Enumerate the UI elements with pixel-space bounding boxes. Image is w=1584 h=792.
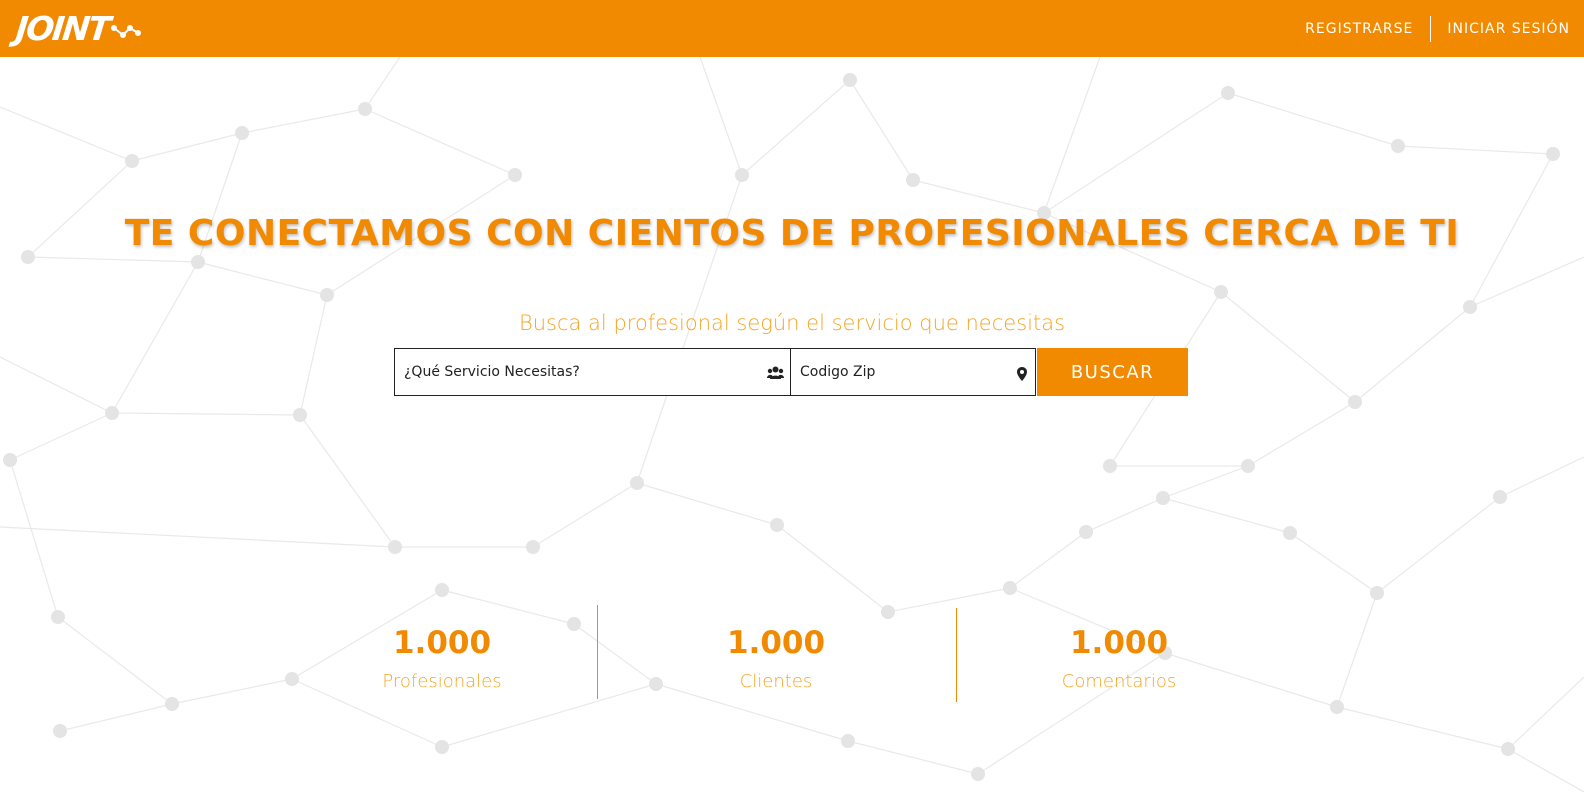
hero-section: TE CONECTAMOS CON CIENTOS DE PROFESIONAL… xyxy=(0,57,1584,792)
stat-label: Clientes xyxy=(739,671,813,692)
stat-professionals: 1.000 Profesionales xyxy=(322,623,562,692)
hero-title: TE CONECTAMOS CON CIENTOS DE PROFESIONAL… xyxy=(124,213,1460,254)
stat-label: Profesionales xyxy=(382,671,502,692)
map-pin-icon xyxy=(1017,367,1027,381)
service-field xyxy=(394,348,791,396)
stat-label: Comentarios xyxy=(1061,671,1177,692)
stat-comments: 1.000 Comentarios xyxy=(999,623,1239,692)
network-nodes-icon xyxy=(110,25,141,38)
register-link[interactable]: REGISTRARSE xyxy=(1305,21,1413,37)
stat-value: 1.000 xyxy=(1069,625,1169,661)
nav-divider xyxy=(1430,16,1432,42)
logo-wordmark: JOINT xyxy=(13,8,111,48)
stat-divider xyxy=(956,608,957,702)
top-navbar: JOINT REGISTRARSE INICIAR SESIÓN xyxy=(0,0,1584,57)
search-button[interactable]: BUSCAR xyxy=(1037,348,1188,396)
joint-logo[interactable]: JOINT xyxy=(13,8,141,48)
zip-field xyxy=(791,348,1036,396)
hero-subtitle: Busca al profesional según el servicio q… xyxy=(518,311,1066,335)
stat-divider xyxy=(597,605,598,699)
zip-input[interactable] xyxy=(791,349,1035,395)
stat-value: 1.000 xyxy=(392,625,492,661)
login-link[interactable]: INICIAR SESIÓN xyxy=(1447,21,1570,37)
search-form: BUSCAR xyxy=(394,348,1188,396)
auth-nav: REGISTRARSE INICIAR SESIÓN xyxy=(1305,16,1570,42)
stat-clients: 1.000 Clientes xyxy=(656,623,896,692)
service-input[interactable] xyxy=(395,349,790,395)
users-icon xyxy=(767,366,784,379)
stat-value: 1.000 xyxy=(726,625,826,661)
